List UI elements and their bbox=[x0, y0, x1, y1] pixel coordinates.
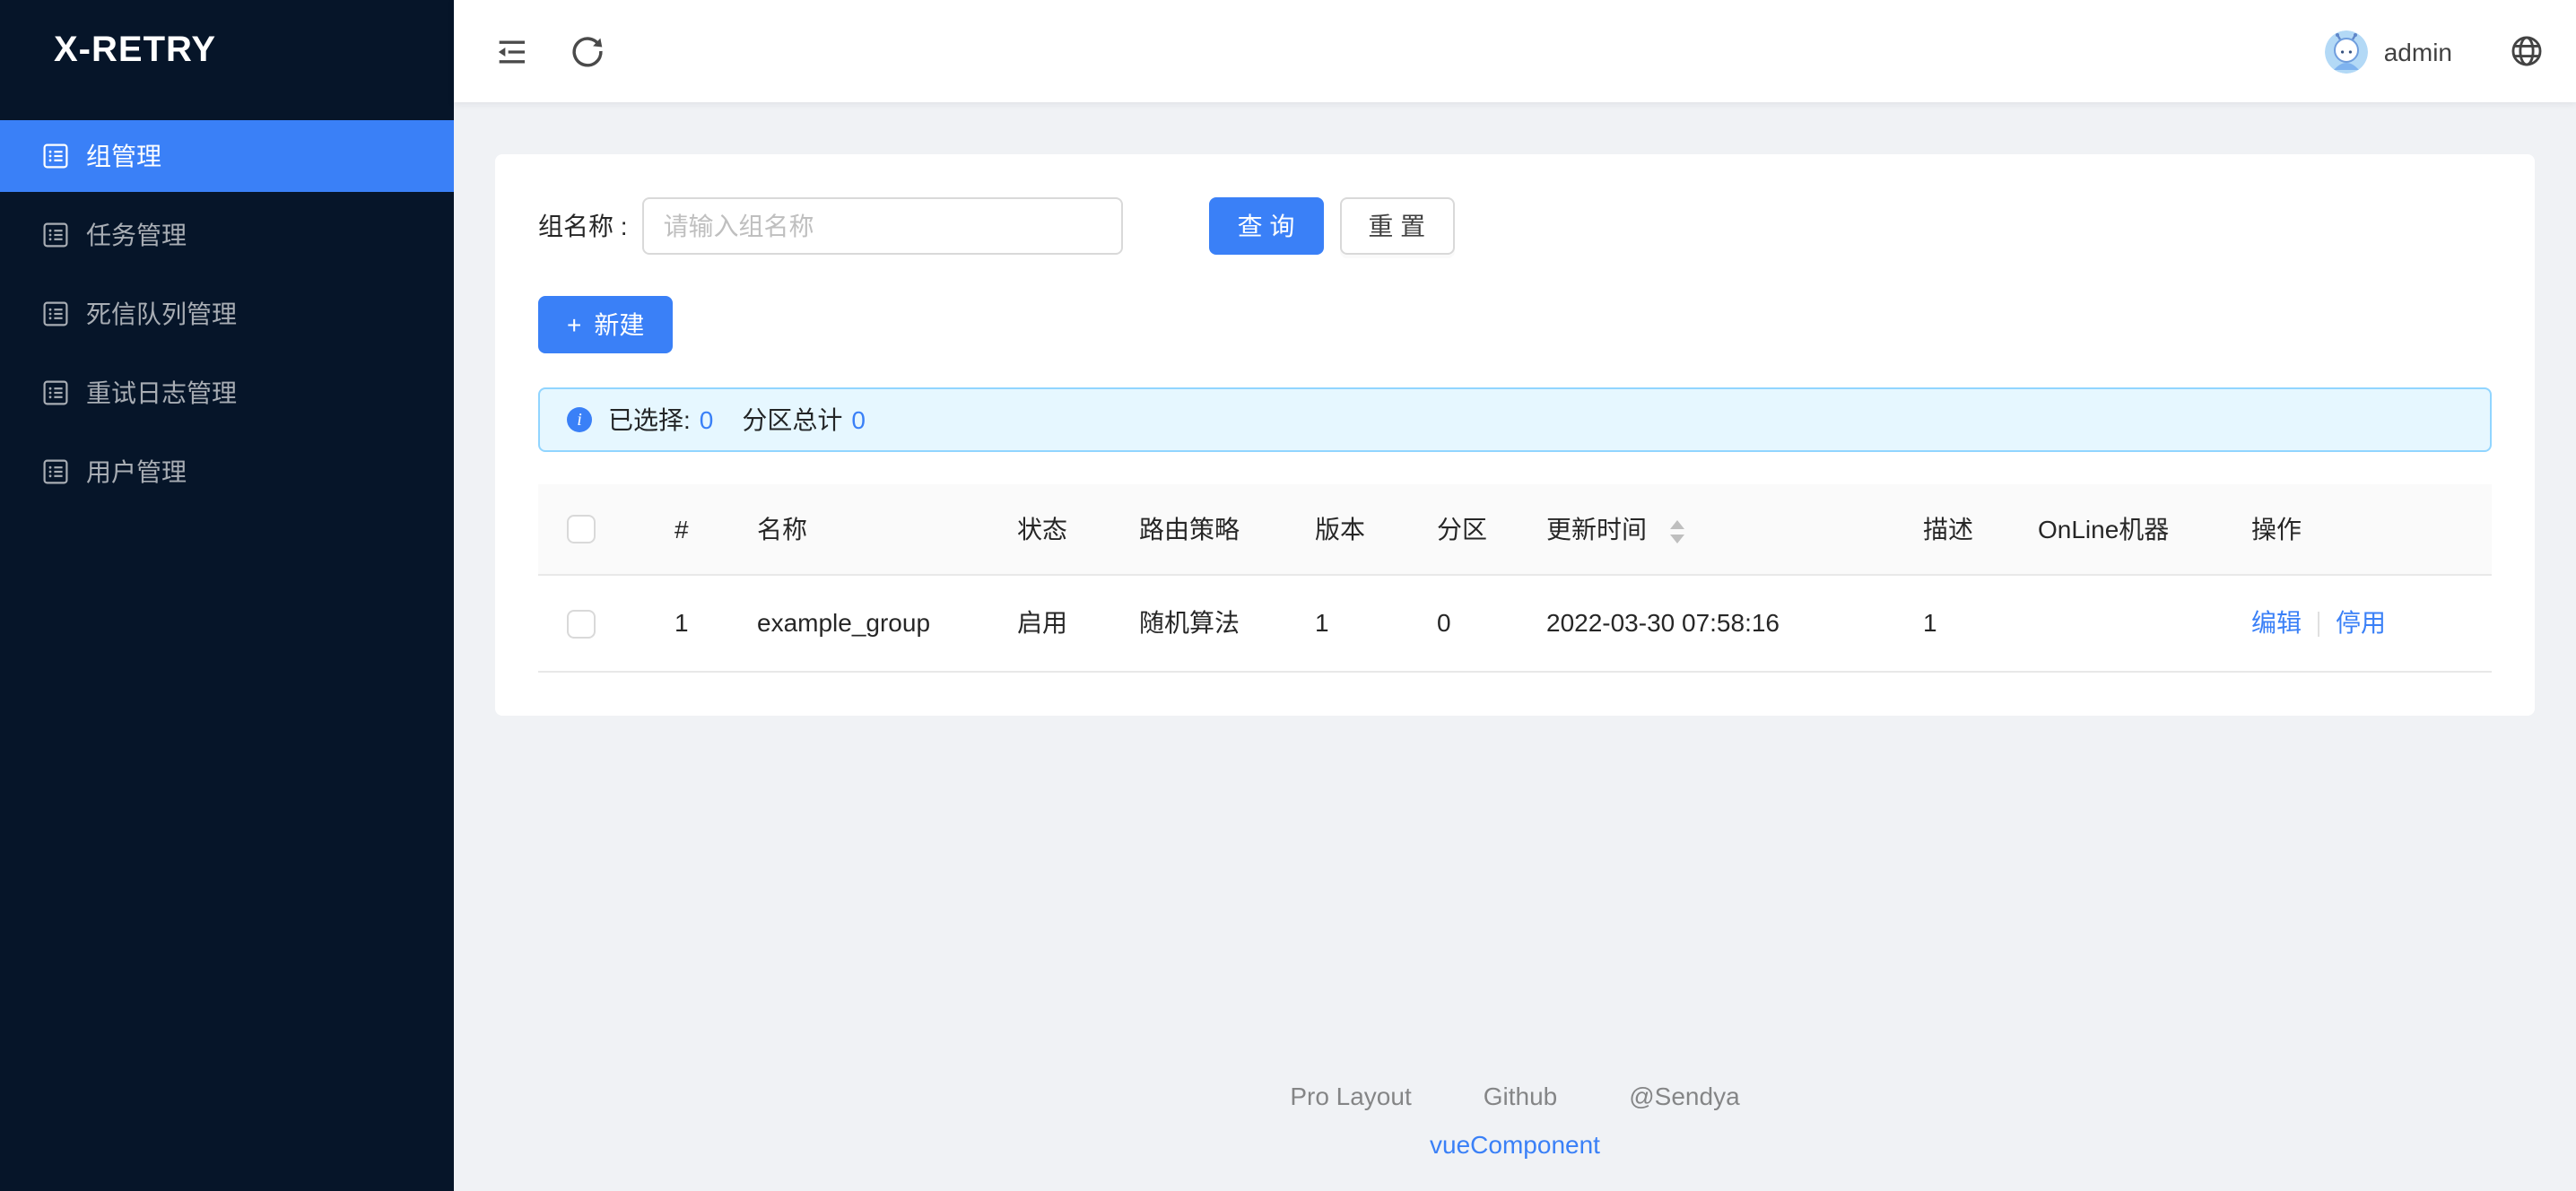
column-header-actions: 操作 bbox=[2223, 484, 2492, 574]
profile-icon bbox=[43, 459, 68, 484]
sidebar-item-label: 用户管理 bbox=[86, 454, 187, 490]
app-logo: X-RETRY bbox=[0, 0, 454, 102]
main-area: admin 组名称 : 查 询 重 置 bbox=[454, 0, 2576, 1191]
topbar: admin bbox=[454, 0, 2576, 102]
caret-down-icon bbox=[1670, 534, 1684, 543]
menu-fold-icon[interactable] bbox=[493, 33, 529, 69]
sidebar-item-user-management[interactable]: 用户管理 bbox=[0, 436, 454, 508]
table-header-row: # 名称 状态 路由策略 版本 分区 更新时间 bbox=[538, 484, 2492, 574]
avatar[interactable] bbox=[2325, 30, 2368, 73]
sidebar-item-label: 死信队列管理 bbox=[86, 296, 237, 332]
query-button[interactable]: 查 询 bbox=[1209, 197, 1324, 255]
footer-brand: vueComponent bbox=[495, 1130, 2535, 1159]
sidebar-item-dead-letter-queue[interactable]: 死信队列管理 bbox=[0, 278, 454, 350]
selected-count: 0 bbox=[700, 405, 714, 434]
reset-button[interactable]: 重 置 bbox=[1339, 197, 1454, 255]
column-header-index: # bbox=[646, 484, 728, 574]
sidebar-item-label: 组管理 bbox=[86, 138, 161, 174]
create-button[interactable]: + 新建 bbox=[538, 296, 673, 353]
username[interactable]: admin bbox=[2384, 37, 2452, 65]
globe-icon[interactable] bbox=[2510, 34, 2544, 68]
partition-total-count: 0 bbox=[851, 405, 866, 434]
plus-icon: + bbox=[567, 312, 581, 337]
selection-alert: i 已选择: 0 分区总计 0 bbox=[538, 387, 2492, 452]
sorter-icon[interactable] bbox=[1670, 519, 1684, 543]
select-all-checkbox[interactable] bbox=[567, 516, 596, 544]
profile-icon bbox=[43, 222, 68, 248]
group-name-input[interactable] bbox=[642, 197, 1123, 255]
footer-brand-link[interactable]: vueComponent bbox=[1430, 1130, 1600, 1159]
cell-partition: 0 bbox=[1408, 574, 1518, 671]
sidebar-item-group-management[interactable]: 组管理 bbox=[0, 120, 454, 192]
column-header-route-policy: 路由策略 bbox=[1110, 484, 1286, 574]
sidebar-item-label: 重试日志管理 bbox=[86, 375, 237, 411]
profile-icon bbox=[43, 301, 68, 326]
info-icon: i bbox=[567, 407, 592, 432]
search-form: 组名称 : 查 询 重 置 bbox=[538, 197, 2492, 255]
cell-route-policy: 随机算法 bbox=[1110, 574, 1286, 671]
sidebar-item-retry-log[interactable]: 重试日志管理 bbox=[0, 357, 454, 429]
column-header-status: 状态 bbox=[988, 484, 1110, 574]
action-divider bbox=[2318, 613, 2319, 638]
column-header-updated-at[interactable]: 更新时间 bbox=[1518, 484, 1894, 574]
cell-name: example_group bbox=[728, 574, 988, 671]
disable-link[interactable]: 停用 bbox=[2336, 608, 2386, 637]
cell-updated-at: 2022-03-30 07:58:16 bbox=[1518, 574, 1894, 671]
column-header-online-machines: OnLine机器 bbox=[2009, 484, 2223, 574]
column-header-updated-at-label: 更新时间 bbox=[1546, 515, 1647, 543]
edit-link[interactable]: 编辑 bbox=[2251, 608, 2302, 637]
group-name-label: 组名称 : bbox=[538, 208, 628, 244]
app-root: X-RETRY 组管理 bbox=[0, 0, 2576, 1191]
sidebar: X-RETRY 组管理 bbox=[0, 0, 454, 1191]
groups-table: # 名称 状态 路由策略 版本 分区 更新时间 bbox=[538, 484, 2492, 672]
footer-link-pro-layout[interactable]: Pro Layout bbox=[1290, 1082, 1411, 1110]
create-button-label: 新建 bbox=[594, 307, 644, 343]
selected-label: 已选择: bbox=[608, 402, 691, 438]
page-content: 组名称 : 查 询 重 置 + 新建 i 已选择: 0 分区总计 0 bbox=[454, 102, 2576, 1191]
reload-icon[interactable] bbox=[569, 32, 606, 70]
caret-up-icon bbox=[1670, 519, 1684, 528]
row-checkbox[interactable] bbox=[567, 609, 596, 638]
column-header-version: 版本 bbox=[1286, 484, 1408, 574]
cell-index: 1 bbox=[646, 574, 728, 671]
column-header-description: 描述 bbox=[1894, 484, 2009, 574]
cell-actions: 编辑 停用 bbox=[2223, 574, 2492, 671]
cell-status: 启用 bbox=[988, 574, 1110, 671]
table-row: 1 example_group 启用 随机算法 1 0 2022-03-30 0… bbox=[538, 574, 2492, 671]
profile-icon bbox=[43, 143, 68, 169]
sidebar-item-label: 任务管理 bbox=[86, 217, 187, 253]
cell-version: 1 bbox=[1286, 574, 1408, 671]
footer-link-sendya[interactable]: @Sendya bbox=[1629, 1082, 1739, 1110]
group-management-card: 组名称 : 查 询 重 置 + 新建 i 已选择: 0 分区总计 0 bbox=[495, 154, 2535, 715]
sidebar-item-task-management[interactable]: 任务管理 bbox=[0, 199, 454, 271]
column-header-partition: 分区 bbox=[1408, 484, 1518, 574]
cell-description: 1 bbox=[1894, 574, 2009, 671]
column-header-name: 名称 bbox=[728, 484, 988, 574]
footer-links: Pro Layout Github @Sendya bbox=[495, 1082, 2535, 1110]
cell-online-machines bbox=[2009, 574, 2223, 671]
sidebar-menu: 组管理 任务管理 bbox=[0, 102, 454, 515]
page-footer: Pro Layout Github @Sendya vueComponent bbox=[495, 1046, 2535, 1191]
footer-link-github[interactable]: Github bbox=[1484, 1082, 1558, 1110]
profile-icon bbox=[43, 380, 68, 405]
partition-total-label: 分区总计 bbox=[742, 402, 842, 438]
